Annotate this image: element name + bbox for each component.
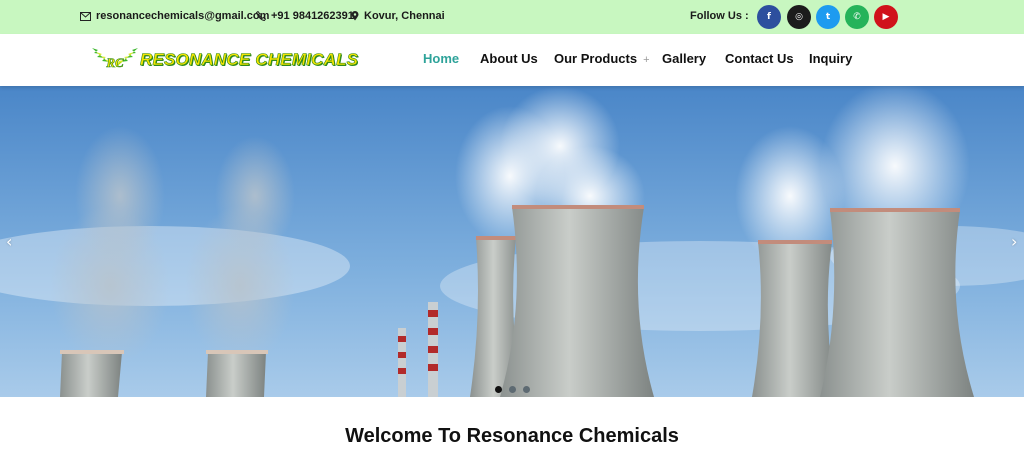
facebook-link[interactable]: f	[757, 5, 781, 29]
nav-about-us[interactable]: About Us	[480, 51, 538, 66]
twitter-link[interactable]: t	[816, 5, 840, 29]
instagram-icon: ◎	[795, 12, 803, 22]
map-pin-icon	[351, 11, 359, 21]
phone-contact[interactable]: +91 9841262391	[256, 10, 354, 22]
nav-home[interactable]: Home	[423, 51, 459, 66]
facebook-icon: f	[767, 12, 771, 22]
email-contact[interactable]: resonancechemicals@gmail.com	[80, 10, 269, 22]
hero-slider: ‹ ›	[0, 86, 1024, 397]
youtube-link[interactable]: ▶	[874, 5, 898, 29]
nav-gallery[interactable]: Gallery	[662, 51, 706, 66]
whatsapp-link[interactable]: ✆	[845, 5, 869, 29]
envelope-icon	[80, 11, 91, 21]
instagram-link[interactable]: ◎	[787, 5, 811, 29]
slider-next-arrow[interactable]: ›	[1011, 232, 1017, 251]
welcome-heading: Welcome To Resonance Chemicals	[345, 425, 679, 447]
youtube-icon: ▶	[882, 12, 890, 22]
hero-image	[0, 86, 1024, 397]
twitter-icon: t	[825, 12, 831, 22]
top-bar: resonancechemicals@gmail.com +91 9841262…	[0, 0, 1024, 34]
site-header: RC RESONANCE CHEMICALS Home About Us Our…	[0, 34, 1024, 86]
dropdown-plus-icon: +	[643, 54, 650, 66]
nav-inquiry[interactable]: Inquiry	[809, 51, 852, 66]
wings-logo-icon: RC	[92, 48, 138, 70]
phone-text: +91 9841262391	[271, 10, 354, 22]
logo-emblem[interactable]: RC	[90, 44, 140, 76]
slider-prev-arrow[interactable]: ‹	[6, 232, 12, 251]
logo-text[interactable]: RESONANCE CHEMICALS	[140, 50, 359, 70]
nav-our-products[interactable]: Our Products +	[554, 51, 650, 66]
location-text: Kovur, Chennai	[364, 10, 445, 22]
location-contact: Kovur, Chennai	[351, 10, 445, 22]
nav-contact-us[interactable]: Contact Us	[725, 51, 794, 66]
slider-dot-1[interactable]	[495, 386, 502, 393]
whatsapp-icon: ✆	[853, 12, 861, 22]
svg-text:RC: RC	[105, 55, 124, 70]
nav-our-products-label: Our Products	[554, 51, 638, 66]
slider-dot-2[interactable]	[509, 386, 516, 393]
phone-icon	[256, 11, 266, 21]
email-text: resonancechemicals@gmail.com	[96, 10, 270, 22]
follow-us-label: Follow Us :	[690, 10, 749, 22]
slider-dot-3[interactable]	[523, 386, 530, 393]
